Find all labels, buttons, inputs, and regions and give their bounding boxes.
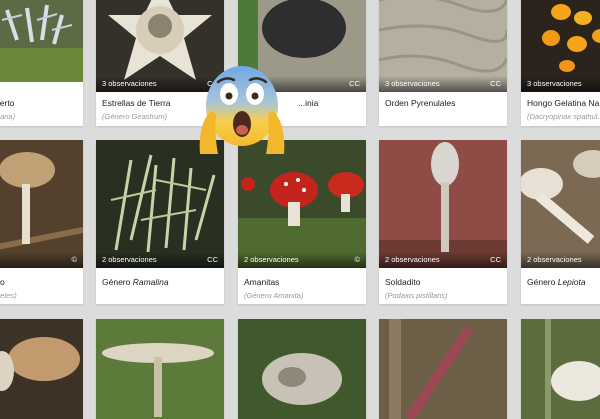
species-card[interactable]: Muerto ...alaria) xyxy=(0,0,83,126)
species-card[interactable]: 3 observaciones Hongo Gelatina Na... (Da… xyxy=(521,0,600,126)
license-badge: CC xyxy=(207,255,218,264)
species-card[interactable]: 2 observaciones Género Lepiota xyxy=(521,140,600,304)
card-title: o xyxy=(0,277,5,287)
species-photo: 2 observaciones xyxy=(521,140,600,268)
species-card[interactable]: 3 observaciones CC Orden Pyrenulales xyxy=(379,0,507,126)
card-subtitle: (Podaxis pistillaris) xyxy=(385,291,448,300)
observations-count: 3 observaciones xyxy=(527,79,582,88)
card-title: Género Ramalina xyxy=(102,277,169,287)
species-card[interactable]: 2 observaciones CC Género Ramalina xyxy=(96,140,224,304)
species-photo xyxy=(379,319,507,419)
card-title: Orden Pyrenulales xyxy=(385,98,456,108)
species-card[interactable]: 2 observaciones CC Soldadito (Podaxis pi… xyxy=(379,140,507,304)
species-photo: 2 observaciones CC xyxy=(379,140,507,268)
observations-count: 2 observaciones xyxy=(527,255,582,264)
species-card[interactable] xyxy=(96,319,224,419)
card-subtitle: (Género Amanita) xyxy=(244,291,304,300)
species-card[interactable] xyxy=(0,319,83,419)
observations-count: 2 observaciones xyxy=(385,255,440,264)
card-title: Muerto xyxy=(0,98,15,108)
card-title-genus: Lepiota xyxy=(557,277,586,287)
species-photo: 2 observaciones © xyxy=(238,140,366,268)
species-card[interactable]: 2 observaciones © Amanitas (Género Amani… xyxy=(238,140,366,304)
card-meta-bar: 2 observaciones © xyxy=(238,252,366,268)
card-subtitle: (Dacryopinax spathul... xyxy=(527,112,600,121)
license-badge: © xyxy=(71,255,77,264)
species-photo xyxy=(0,319,83,419)
species-photo xyxy=(96,319,224,419)
species-photo: 3 observaciones xyxy=(521,0,600,92)
screaming-face-icon xyxy=(199,66,285,154)
species-photo: 3 observaciones CC xyxy=(379,0,507,92)
card-subtitle: ...eletes) xyxy=(0,291,17,300)
species-card[interactable] xyxy=(521,319,600,419)
card-meta-bar: 3 observaciones xyxy=(521,76,600,92)
license-badge: © xyxy=(354,255,360,264)
species-photo xyxy=(238,319,366,419)
species-photo: © xyxy=(0,140,83,268)
license-badge: CC xyxy=(349,79,360,88)
license-badge: CC xyxy=(490,79,501,88)
species-card[interactable] xyxy=(379,319,507,419)
species-card[interactable]: © o ...eletes) xyxy=(0,140,83,304)
card-meta-bar: 2 observaciones CC xyxy=(96,252,224,268)
card-subtitle: ...alaria) xyxy=(0,112,16,121)
card-title: ...inia xyxy=(298,98,319,108)
card-meta-bar: 2 observaciones xyxy=(521,252,600,268)
card-title: Soldadito xyxy=(385,277,421,287)
observations-count: 3 observaciones xyxy=(102,79,157,88)
species-photo: 2 observaciones CC xyxy=(96,140,224,268)
species-card[interactable] xyxy=(238,319,366,419)
card-title-prefix: Género xyxy=(102,277,133,287)
card-title: Hongo Gelatina Na... xyxy=(527,98,600,108)
card-meta-bar: © xyxy=(0,252,83,268)
card-meta-bar: 2 observaciones CC xyxy=(379,252,507,268)
observations-count: 3 observaciones xyxy=(385,79,440,88)
card-meta-bar: 3 observaciones CC xyxy=(379,76,507,92)
card-subtitle: (Género Geastrum) xyxy=(102,112,168,121)
species-grid: Muerto ...alaria) 3 observaciones CC Est… xyxy=(0,0,600,419)
observations-count: 2 observaciones xyxy=(102,255,157,264)
species-photo xyxy=(521,319,600,419)
card-title: Amanitas xyxy=(244,277,280,287)
species-photo xyxy=(0,0,83,82)
license-badge: CC xyxy=(490,255,501,264)
card-title: Estrellas de Tierra xyxy=(102,98,171,108)
card-title-prefix: Género xyxy=(527,277,558,287)
card-title-genus: Ramalina xyxy=(132,277,169,287)
observations-count: 2 observaciones xyxy=(244,255,299,264)
card-title: Género Lepiota xyxy=(527,277,586,287)
